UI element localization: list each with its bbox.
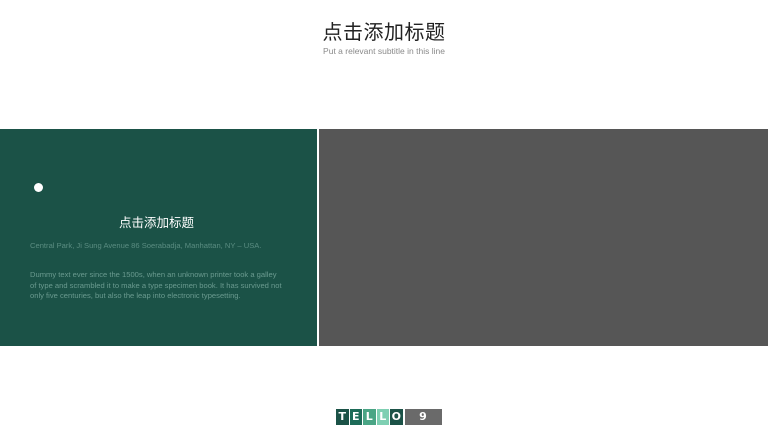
slide-title: 点击添加标题 [322, 20, 446, 44]
card-title: 点击添加标题 [118, 215, 194, 230]
tello-logo: T E L L O 9 [336, 409, 442, 425]
bullet-dot-icon [34, 183, 43, 192]
logo-letter: L [363, 409, 376, 425]
info-card: 点击添加标题 Central Park, Ji Sung Avenue 86 S… [0, 129, 317, 346]
card-body-text: Dummy text ever since the 1500s, when an… [30, 270, 282, 301]
logo-letter: O [390, 409, 403, 425]
image-placeholder [319, 129, 768, 346]
logo-number: 9 [404, 409, 442, 425]
logo-letter: E [349, 409, 362, 425]
card-address: Central Park, Ji Sung Avenue 86 Soerabad… [30, 241, 262, 250]
slide-subtitle: Put a relevant subtitle in this line [323, 46, 445, 56]
logo-letter: L [376, 409, 389, 425]
logo-letter: T [336, 409, 349, 425]
